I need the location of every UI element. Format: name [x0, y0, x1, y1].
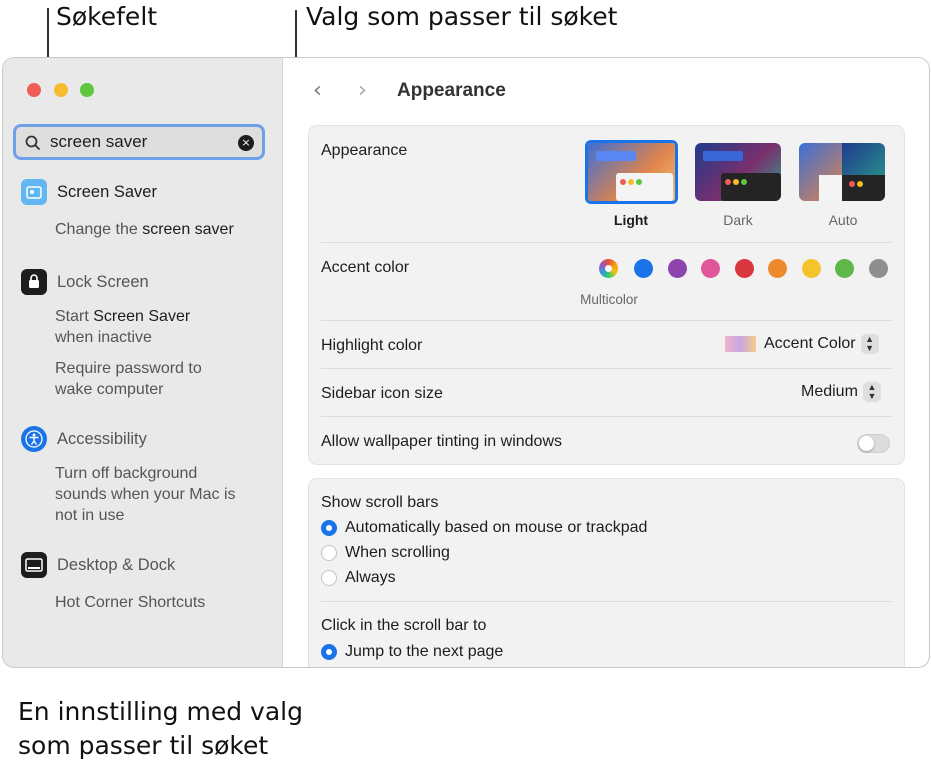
radio-always[interactable]: Always [321, 569, 396, 587]
sidebar-item-label: Screen Saver [57, 182, 157, 201]
forward-button[interactable]: › [358, 78, 367, 103]
callout-setting-line1: En innstilling med valg [18, 697, 303, 726]
sidebar-item-label: Lock Screen [57, 272, 149, 291]
radio-selected-icon [321, 520, 337, 536]
accent-color-label: Accent color [321, 259, 410, 276]
highlight-color-label: Highlight color [321, 337, 423, 354]
accent-multicolor-swatch[interactable] [599, 259, 618, 278]
close-button[interactable] [27, 83, 41, 97]
click-scroll-label: Click in the scroll bar to [321, 617, 487, 634]
sidebar-subitem-change-screen-saver[interactable]: Change the screen saver [55, 219, 275, 240]
sidebar-item-label: Accessibility [57, 429, 147, 448]
accent-color-swatch[interactable] [868, 259, 888, 278]
appearance-dark-label: Dark [723, 212, 753, 228]
accent-selected-label: Multicolor [580, 292, 638, 307]
accent-color-swatch[interactable] [734, 259, 754, 278]
sidebar-item-screen-saver[interactable]: Screen Saver [21, 179, 157, 205]
sidebar-icon-size-label: Sidebar icon size [321, 385, 443, 402]
sidebar-item-accessibility[interactable]: Accessibility [21, 426, 147, 452]
sidebar-icon-size-select[interactable]: Medium ▲ ▼ [801, 382, 881, 402]
search-input[interactable] [50, 131, 230, 153]
radio-selected-icon [321, 644, 337, 660]
sidebar-subitem-background-sounds[interactable]: Turn off background sounds when your Mac… [55, 463, 275, 526]
page-title: Appearance [397, 80, 506, 101]
highlight-swatch [725, 336, 756, 352]
sidebar: × Screen Saver Change the screen saver L… [3, 58, 283, 667]
main-pane: ‹ › Appearance Appearance Light Dark Aut… [283, 58, 929, 667]
settings-window: × Screen Saver Change the screen saver L… [2, 57, 930, 668]
search-field[interactable]: × [13, 124, 265, 160]
accent-color-swatch[interactable] [768, 259, 787, 278]
sidebar-subitem-require-password[interactable]: Require password to wake computer [55, 358, 275, 400]
radio-when-scrolling[interactable]: When scrolling [321, 544, 450, 562]
highlight-color-select[interactable]: Accent Color ▲ ▼ [725, 334, 879, 354]
radio-icon [321, 570, 337, 586]
radio-icon [321, 545, 337, 561]
appearance-auto-option[interactable] [799, 143, 885, 201]
sidebar-item-desktop-dock[interactable]: Desktop & Dock [21, 552, 175, 578]
appearance-light-label: Light [613, 212, 649, 228]
search-icon [25, 135, 41, 151]
stepper-icon: ▲ ▼ [860, 334, 879, 354]
sidebar-subitem-start-screen-saver[interactable]: Start Screen Saver when inactive [55, 306, 275, 348]
appearance-panel: Appearance Light Dark Auto Accent color … [308, 125, 905, 465]
callout-setting-line2: som passer til søket [18, 731, 269, 760]
radio-automatic[interactable]: Automatically based on mouse or trackpad [321, 519, 647, 537]
screen-saver-icon [21, 179, 47, 205]
appearance-auto-label: Auto [828, 212, 858, 228]
zoom-button[interactable] [80, 83, 94, 97]
lock-icon [21, 269, 47, 295]
sidebar-item-lock-screen[interactable]: Lock Screen [21, 269, 149, 295]
stepper-icon: ▲ ▼ [862, 382, 881, 402]
accent-color-swatch[interactable] [701, 259, 720, 278]
sidebar-subitem-hot-corners[interactable]: Hot Corner Shortcuts [55, 592, 275, 613]
wallpaper-tinting-toggle[interactable] [857, 434, 890, 453]
scroll-bars-panel: Show scroll bars Automatically based on … [308, 478, 905, 667]
appearance-label: Appearance [321, 142, 408, 159]
scroll-bars-label: Show scroll bars [321, 494, 439, 511]
radio-jump-next-page[interactable]: Jump to the next page [321, 643, 503, 661]
accent-color-swatch[interactable] [801, 259, 821, 278]
accent-color-swatch[interactable] [835, 259, 854, 278]
minimize-button[interactable] [54, 83, 68, 97]
desktop-dock-icon [21, 552, 47, 578]
accent-color-swatch[interactable] [634, 259, 653, 278]
callout-search-field: Søkefelt [56, 2, 158, 31]
callout-matching-options: Valg som passer til søket [306, 2, 618, 31]
appearance-dark-option[interactable] [695, 143, 781, 201]
back-button[interactable]: ‹ [313, 78, 322, 103]
sidebar-item-label: Desktop & Dock [57, 555, 176, 574]
accessibility-icon [21, 426, 47, 452]
wallpaper-tinting-label: Allow wallpaper tinting in windows [321, 433, 563, 450]
clear-search-icon[interactable]: × [238, 135, 254, 151]
appearance-light-option[interactable] [585, 140, 678, 204]
accent-color-swatch[interactable] [667, 259, 687, 278]
